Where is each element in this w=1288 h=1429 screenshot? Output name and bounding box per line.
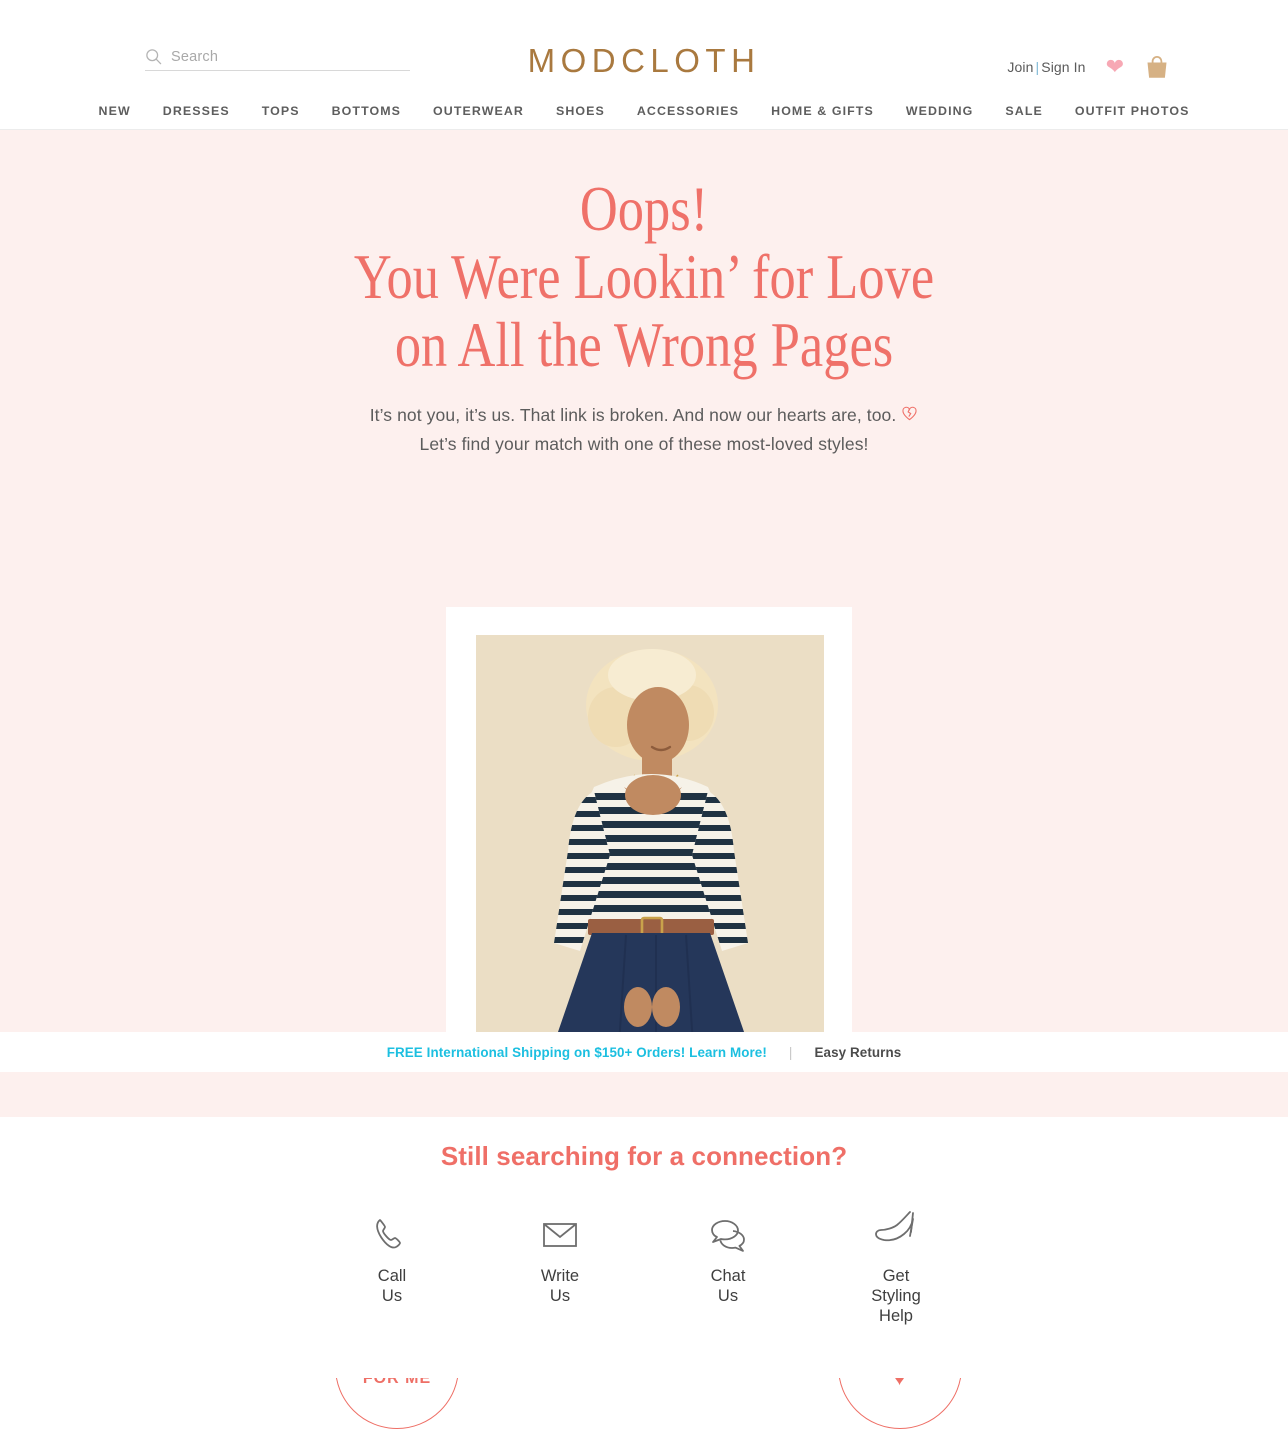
shopping-bag-icon[interactable]	[1144, 55, 1170, 79]
nav-item-tops[interactable]: TOPS	[262, 104, 300, 118]
nav-item-outerwear[interactable]: OUTERWEAR	[433, 104, 524, 118]
pink-spacer-band	[0, 1072, 1288, 1117]
help-label-chat-us: Chat Us	[710, 1267, 746, 1305]
help-footer: Still searching for a connection? Call U…	[0, 1117, 1288, 1378]
nav-item-accessories[interactable]: ACCESSORIES	[637, 104, 739, 118]
nav-item-outfit-photos[interactable]: OUTFIT PHOTOS	[1075, 104, 1190, 118]
account-links[interactable]: Join | Sign In	[1007, 59, 1085, 75]
help-options-row: Call Us Write Us Chat Us Get Styling Hel…	[0, 1205, 1288, 1326]
broken-heart-icon	[901, 402, 918, 431]
help-label-call-us: Call Us	[377, 1267, 407, 1305]
error-subcopy: It’s not you, it’s us. That link is brok…	[0, 401, 1288, 459]
headline-line-1: Oops!	[579, 173, 709, 244]
help-item-call-us[interactable]: Call Us	[333, 1205, 451, 1306]
nav-item-wedding[interactable]: WEDDING	[906, 104, 974, 118]
main-navigation: NEW DRESSES TOPS BOTTOMS OUTERWEAR SHOES…	[0, 97, 1288, 130]
shipping-bar: FREE International Shipping on $150+ Ord…	[0, 1032, 1288, 1072]
nav-item-bottoms[interactable]: BOTTOMS	[332, 104, 401, 118]
envelope-icon	[537, 1205, 583, 1257]
shipping-divider: |	[788, 1044, 793, 1060]
headline-line-2: You Were Lookin’ for Love	[353, 241, 935, 312]
help-label-styling-help: Get Styling Help	[871, 1267, 921, 1325]
chat-bubbles-icon	[703, 1205, 753, 1257]
nav-item-dresses[interactable]: DRESSES	[163, 104, 230, 118]
headline-line-3: on All the Wrong Pages	[394, 309, 894, 380]
high-heel-shoe-icon	[872, 1205, 920, 1257]
join-link[interactable]: Join	[1007, 59, 1033, 75]
subcopy-line-1-wrap: It’s not you, it’s us. That link is brok…	[0, 401, 1288, 430]
signin-link[interactable]: Sign In	[1041, 59, 1085, 75]
page-title: Oops! You Were Lookin’ for Love on All t…	[116, 175, 1172, 379]
nav-item-home-and-gifts[interactable]: HOME & GIFTS	[771, 104, 874, 118]
easy-returns-link[interactable]: Easy Returns	[815, 1045, 902, 1060]
account-separator: |	[1035, 59, 1040, 75]
nav-item-shoes[interactable]: SHOES	[556, 104, 605, 118]
nav-item-sale[interactable]: SALE	[1005, 104, 1042, 118]
site-header: MODCLOTH Join|Sign In ❤	[0, 0, 1288, 97]
account-area: Join | Sign In ❤	[1007, 55, 1170, 79]
error-hero-section: Oops! You Were Lookin’ for Love on All t…	[0, 130, 1288, 1429]
help-item-styling-help[interactable]: Get Styling Help	[837, 1205, 955, 1326]
subcopy-line-2: Let’s find your match with one of these …	[419, 434, 869, 454]
help-item-write-us[interactable]: Write Us	[501, 1205, 619, 1306]
phone-icon	[369, 1205, 415, 1257]
help-label-write-us: Write Us	[540, 1267, 580, 1305]
free-shipping-link[interactable]: FREE International Shipping on $150+ Ord…	[387, 1045, 767, 1060]
subcopy-line-1: It’s not you, it’s us. That link is brok…	[369, 405, 897, 425]
footer-title: Still searching for a connection?	[440, 1141, 848, 1171]
nav-item-new[interactable]: NEW	[99, 104, 131, 118]
broken-heart-glyph	[902, 406, 917, 421]
help-item-chat-us[interactable]: Chat Us	[669, 1205, 787, 1306]
wishlist-heart-icon[interactable]: ❤	[1106, 56, 1124, 78]
